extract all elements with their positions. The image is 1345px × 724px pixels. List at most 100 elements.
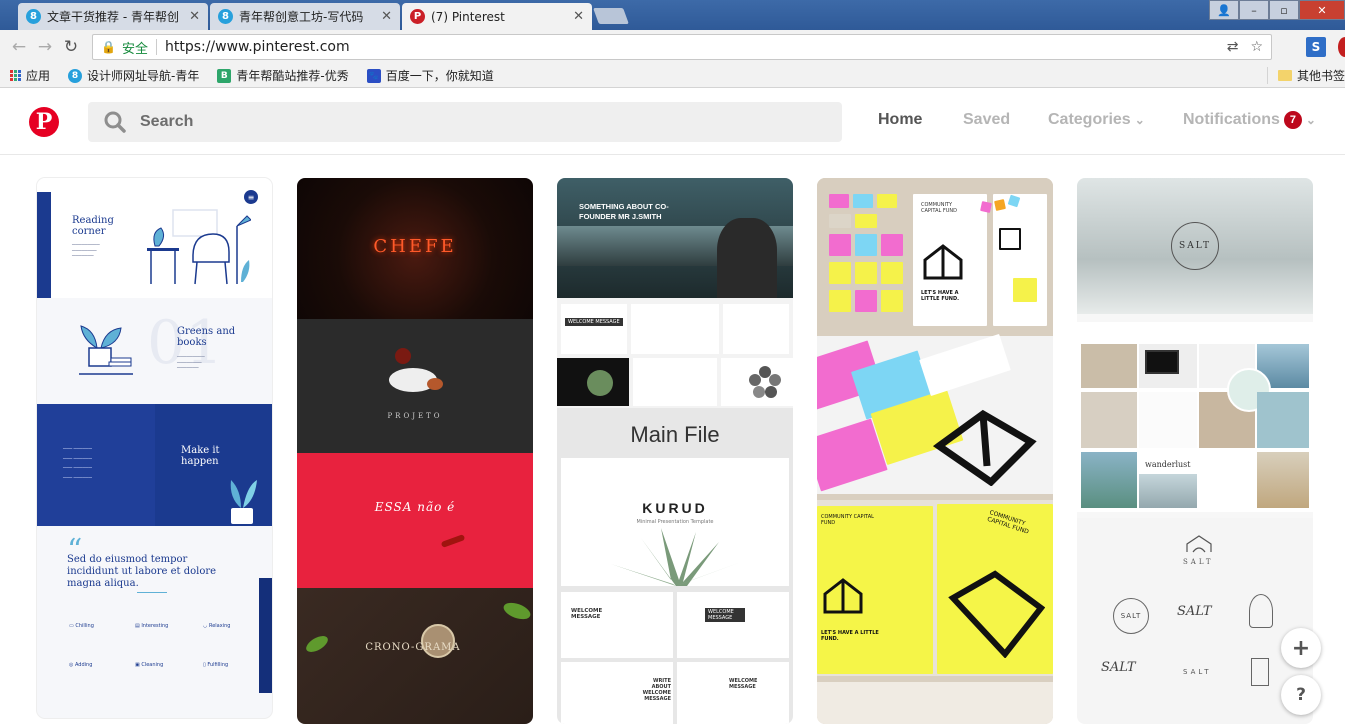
close-tab-icon[interactable]: ✕ xyxy=(573,9,584,24)
bookmark-star-icon[interactable]: ☆ xyxy=(1250,39,1263,55)
house-icon xyxy=(923,244,963,280)
slide-thumb xyxy=(677,662,789,724)
pin-quote-text: Sed do eiusmod tempor incididunt ut labo… xyxy=(67,554,217,589)
extension-s-icon[interactable]: S xyxy=(1306,37,1326,57)
person-illustration xyxy=(717,218,777,298)
nav-home-label: Home xyxy=(878,111,923,128)
pin-card-reading-corner[interactable]: Reading corner ▁▁▁▁▁▁▁▁▁ ▁▁▁▁▁▁▁▁ ▁▁▁▁▁▁▁ … xyxy=(37,178,272,718)
sticker xyxy=(829,214,851,228)
close-tab-icon[interactable]: ✕ xyxy=(381,9,392,24)
bookmark-item[interactable]: 🐾 百度一下，你就知道 xyxy=(366,67,494,84)
menu-icon: ≡ xyxy=(244,190,258,204)
salt-wordmark: SALT xyxy=(1177,604,1212,619)
pin-image-panel xyxy=(297,588,533,724)
house-icon xyxy=(932,409,1037,486)
forward-arrow-icon[interactable]: → xyxy=(32,37,58,57)
salt-wordmark: SALT xyxy=(1183,668,1212,676)
photo-thumb xyxy=(1139,392,1197,448)
other-bookmarks[interactable]: 其他书签 xyxy=(1266,67,1345,84)
nav-notifications[interactable]: Notifications 7 ⌄ xyxy=(1183,111,1316,129)
agave-illustration xyxy=(611,528,741,586)
chevron-down-icon: ⌄ xyxy=(1134,113,1145,127)
qingnianbang-icon: 8 xyxy=(68,68,83,83)
pin-image-panel xyxy=(297,453,533,588)
url-text[interactable]: https://www.pinterest.com xyxy=(165,39,350,55)
bookmark-item[interactable]: 8 设计师网址导航-青年 xyxy=(68,67,199,84)
user-icon[interactable]: 👤 xyxy=(1209,0,1239,20)
feature-fulfilling: ▯ Fulfilling xyxy=(203,662,229,668)
minimize-button[interactable]: – xyxy=(1239,0,1269,20)
pin-card-kurud[interactable]: SOMETHING ABOUT CO-FOUNDER MR J.SMITH WE… xyxy=(557,178,793,724)
reload-icon[interactable]: ↻ xyxy=(58,37,84,57)
poster xyxy=(993,194,1047,326)
pin-text-community: COMMUNITY CAPITAL FUND xyxy=(921,202,957,214)
tab-title: 青年帮创意工坊-写代码 xyxy=(239,10,364,24)
feature-relaxing: ◡ Relaxing xyxy=(203,623,231,629)
search-bar[interactable] xyxy=(88,102,842,142)
sticker xyxy=(877,194,897,208)
pinterest-header: P Home Saved Categories ⌄ Notifications … xyxy=(0,89,1345,155)
nav-home[interactable]: Home xyxy=(878,111,922,129)
bookmark-label: 青年帮酷站推荐-优秀 xyxy=(236,69,349,83)
pin-table-text: ▁▁▁ ▁▁▁▁▁▁ ▁▁▁ ▁▁▁▁▁▁ ▁▁▁ ▁▁▁▁▁▁ ▁▁▁ ▁▁▁▁▁▁ xyxy=(63,444,92,478)
photo-thumb xyxy=(1081,344,1137,388)
reading-corner-illustration xyxy=(147,209,251,285)
pin-text-fund: LET'S HAVE A LITTLE FUND. xyxy=(921,290,960,302)
bookmark-apps[interactable]: 应用 xyxy=(10,67,50,84)
notification-badge: 7 xyxy=(1283,111,1302,129)
pin-text-crono: CRONO-GRAMA xyxy=(365,642,461,653)
browser-tab-2[interactable]: 8 青年帮创意工坊-写代码 ✕ xyxy=(210,3,400,30)
chevron-down-icon: ⌄ xyxy=(1305,113,1316,127)
add-pin-button[interactable]: + xyxy=(1281,628,1321,668)
pin-card-chefe[interactable]: CHEFE PROJETO ESSA não é CRONO-GRAMA xyxy=(297,178,533,724)
translate-icon[interactable]: ⇄ xyxy=(1227,39,1239,55)
slide-thumb xyxy=(723,304,789,354)
extension-icon[interactable] xyxy=(1338,37,1345,57)
photo-thumb xyxy=(1199,452,1255,508)
bookmark-label: 应用 xyxy=(26,69,51,83)
browser-tab-1[interactable]: 8 文章干货推荐 - 青年帮创 ✕ xyxy=(18,3,208,30)
plant-illustration xyxy=(79,325,133,375)
nav-categories[interactable]: Categories ⌄ xyxy=(1048,111,1145,129)
sticker xyxy=(855,290,877,312)
maximize-button[interactable]: ▫ xyxy=(1269,0,1299,20)
bookmarks-bar: 应用 8 设计师网址导航-青年 B 青年帮酷站推荐-优秀 🐾 百度一下，你就知道… xyxy=(0,64,1345,88)
slide-label: WELCOME MESSAGE xyxy=(565,318,623,326)
bookmark-b-icon: B xyxy=(217,68,232,83)
address-bar[interactable]: 🔒 安全 https://www.pinterest.com ⇄ ☆ xyxy=(92,34,1272,60)
browser-tab-3[interactable]: P (7) Pinterest ✕ xyxy=(402,3,592,30)
pin-lorem-text: ▁▁▁▁▁▁▁▁▁ ▁▁▁▁▁▁▁▁ ▁▁▁▁▁▁▁ xyxy=(177,352,205,369)
pin-text-community: COMMUNITY CAPITAL FUND xyxy=(821,514,874,526)
sticker xyxy=(881,262,903,284)
slide-label: WELCOME MESSAGE xyxy=(571,608,603,620)
sticker xyxy=(829,234,851,256)
sticker xyxy=(1013,278,1037,302)
salt-wordmark: SALT xyxy=(1183,558,1214,566)
bookmark-item[interactable]: B 青年帮酷站推荐-优秀 xyxy=(217,67,349,84)
nav-saved[interactable]: Saved xyxy=(963,111,1010,129)
pin-text-reading: Reading corner xyxy=(72,215,114,237)
sticker xyxy=(855,234,877,256)
pin-text-kurud: KURUD xyxy=(642,500,708,516)
pinterest-logo[interactable]: P xyxy=(29,107,59,137)
feature-cleaning: ▣ Cleaning xyxy=(135,662,164,668)
help-button[interactable]: ? xyxy=(1281,675,1321,715)
slide-thumb xyxy=(631,304,719,354)
window-controls: 👤 – ▫ ✕ xyxy=(1209,0,1345,20)
slide-label: WELCOME MESSAGE xyxy=(729,678,758,690)
search-input[interactable] xyxy=(140,113,740,131)
sticker xyxy=(829,194,849,208)
nav-notifications-label: Notifications xyxy=(1183,111,1280,128)
feature-interesting: ▤ Interesting xyxy=(135,623,169,629)
slide-thumb xyxy=(561,592,673,658)
new-tab-button[interactable] xyxy=(593,8,629,24)
apps-icon xyxy=(10,70,21,81)
pin-card-salt[interactable]: SALT wanderlust SALT SALT SALT SALT SALT xyxy=(1077,178,1313,724)
sticker xyxy=(829,262,851,284)
pin-card-community-fund[interactable]: COMMUNITY CAPITAL FUND LET'S HAVE A LITT… xyxy=(817,178,1053,724)
pin-text-projeto: PROJETO xyxy=(387,412,443,420)
close-window-button[interactable]: ✕ xyxy=(1299,0,1345,20)
sticker xyxy=(853,194,873,208)
back-arrow-icon[interactable]: ← xyxy=(6,37,32,57)
close-tab-icon[interactable]: ✕ xyxy=(189,9,200,24)
